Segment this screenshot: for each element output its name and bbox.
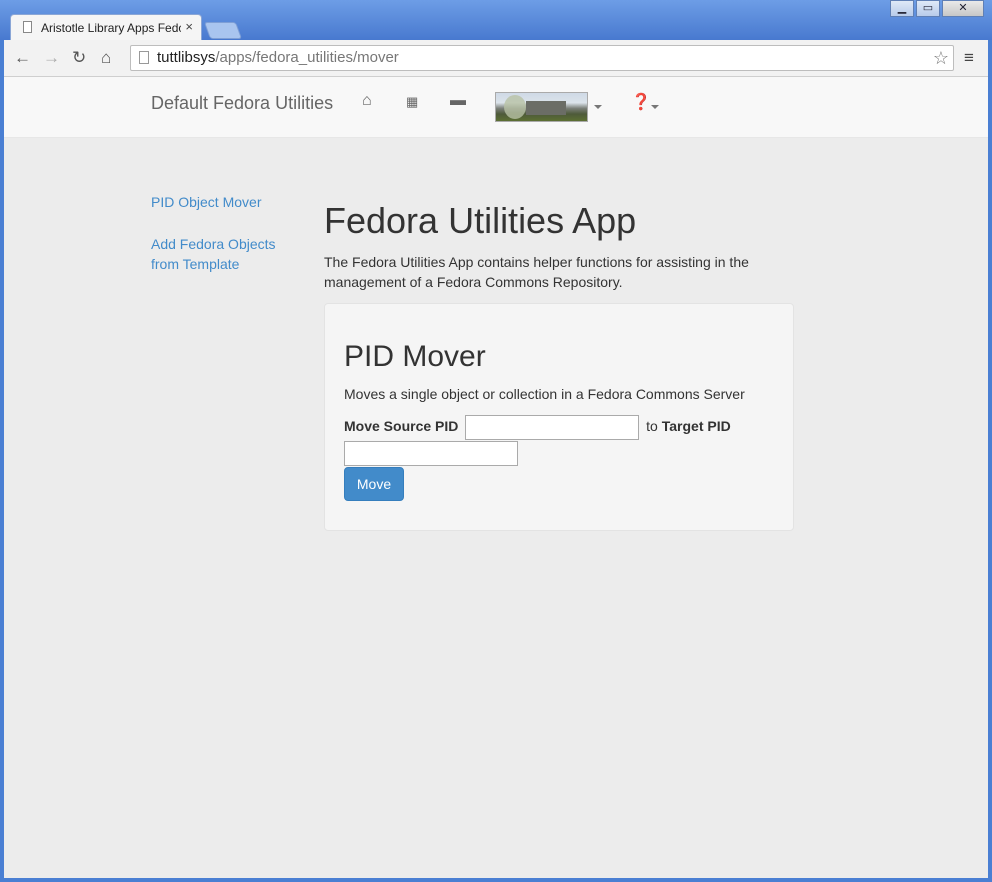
- maximize-icon[interactable]: ▭: [916, 0, 940, 17]
- reload-icon[interactable]: ↻: [72, 48, 86, 68]
- pid-mover-panel: PID Mover Moves a single object or colle…: [324, 303, 794, 531]
- move-button[interactable]: Move: [344, 467, 404, 501]
- home-icon[interactable]: ⌂: [362, 92, 372, 110]
- page-icon: [139, 51, 149, 64]
- sidebar-item-pid-mover[interactable]: PID Object Mover: [151, 192, 291, 212]
- source-pid-label: Move Source PID: [344, 418, 459, 435]
- title-bar: Aristotle Library Apps Fedo × ▁ ▭ ✕: [0, 0, 992, 41]
- browser-tab[interactable]: Aristotle Library Apps Fedo ×: [10, 14, 202, 41]
- minimize-icon[interactable]: ▁: [890, 0, 914, 17]
- navbar-brand[interactable]: Default Fedora Utilities: [151, 93, 333, 114]
- page-title: Fedora Utilities App: [324, 200, 637, 241]
- tab-close-icon[interactable]: ×: [185, 19, 193, 34]
- bookmark-star-icon[interactable]: ☆: [933, 46, 949, 70]
- page-description: The Fedora Utilities App contains helper…: [324, 254, 749, 290]
- new-tab-button[interactable]: [203, 22, 243, 39]
- page-viewport: Default Fedora Utilities ⌂ ▦ ▬ ❓ PID Obj…: [4, 77, 988, 878]
- tab-title: Aristotle Library Apps Fedo: [41, 21, 181, 35]
- sidebar: PID Object Mover Add Fedora Objects from…: [151, 192, 291, 274]
- menu-icon[interactable]: ≡: [964, 48, 974, 68]
- window-controls: ▁ ▭ ✕: [888, 0, 984, 18]
- apps-grid-icon[interactable]: ▦: [406, 94, 418, 110]
- address-bar[interactable]: tuttlibsys/apps/fedora_utilities/mover ☆: [130, 45, 954, 71]
- url-text: tuttlibsys/apps/fedora_utilities/mover: [157, 49, 399, 66]
- sidebar-item-add-from-template[interactable]: Add Fedora Objects from Template: [151, 234, 291, 274]
- browser-toolbar: ← → ↻ ⌂ tuttlibsys/apps/fedora_utilities…: [4, 40, 988, 77]
- to-label: to: [646, 418, 658, 435]
- move-form: Move Source PID to Target PID: [344, 415, 774, 466]
- help-icon[interactable]: ❓: [631, 92, 651, 112]
- browser-window: Aristotle Library Apps Fedo × ▁ ▭ ✕ ← → …: [0, 0, 992, 882]
- chevron-down-icon[interactable]: [594, 105, 602, 109]
- comment-icon[interactable]: ▬: [450, 92, 466, 110]
- target-pid-input[interactable]: [344, 441, 518, 466]
- back-icon[interactable]: ←: [14, 48, 31, 68]
- panel-description: Moves a single object or collection in a…: [344, 386, 745, 402]
- main-content: Fedora Utilities App The Fedora Utilitie…: [324, 199, 794, 531]
- target-pid-label: Target PID: [661, 418, 731, 435]
- app-navbar: Default Fedora Utilities ⌂ ▦ ▬ ❓: [4, 77, 988, 138]
- panel-title: PID Mover: [344, 340, 486, 373]
- chevron-down-icon[interactable]: [651, 105, 659, 109]
- page-icon: [23, 21, 32, 33]
- source-pid-input[interactable]: [465, 415, 640, 440]
- window-close-icon[interactable]: ✕: [942, 0, 984, 17]
- library-photo[interactable]: [495, 92, 588, 122]
- home-icon[interactable]: ⌂: [101, 48, 111, 68]
- forward-icon[interactable]: →: [43, 48, 60, 68]
